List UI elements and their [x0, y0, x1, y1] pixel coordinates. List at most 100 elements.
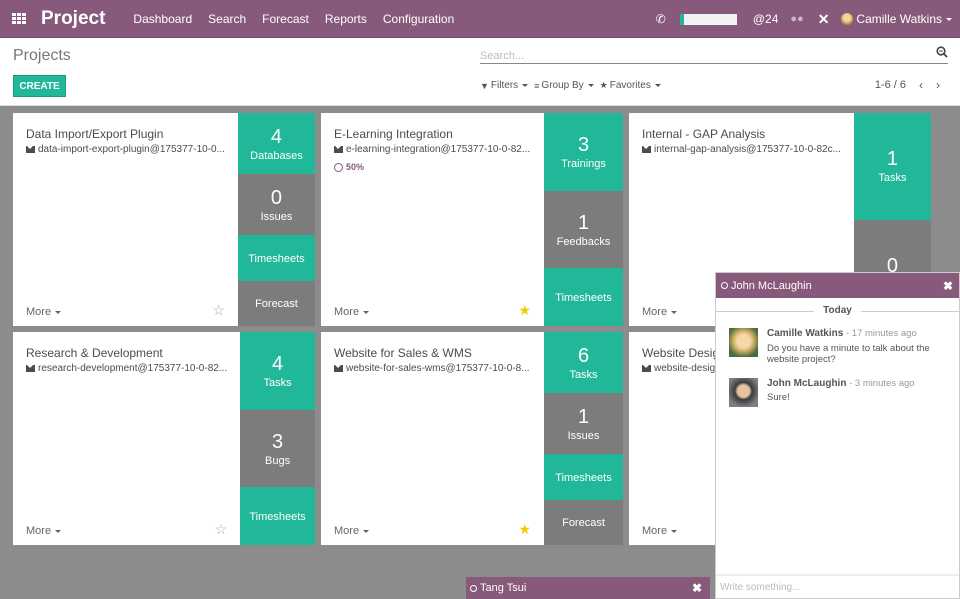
envelope-icon: [642, 365, 651, 372]
filters-dropdown[interactable]: ▼ Filters: [480, 80, 529, 91]
control-panel: Projects CREATE ▼Filters ≡Group By ★Favo…: [0, 38, 960, 106]
chat-partner-name: John McLaughin: [731, 279, 812, 292]
project-title[interactable]: Internal - GAP Analysis: [642, 127, 841, 141]
menu-search[interactable]: Search: [200, 12, 254, 26]
favorite-star-icon[interactable]: ★: [518, 521, 531, 538]
message-author[interactable]: Camille Watkins: [767, 328, 843, 339]
stat-label: Feedbacks: [556, 235, 611, 248]
stat-tile-feedbacks[interactable]: 1 Feedbacks: [544, 190, 623, 269]
favorite-star-icon[interactable]: ★: [518, 302, 531, 319]
more-dropdown[interactable]: More: [26, 525, 62, 537]
stat-tile-tasks[interactable]: 6 Tasks: [544, 332, 623, 394]
stat-label: Timesheets: [555, 472, 612, 485]
message-time: - 17 minutes ago: [845, 328, 917, 339]
stat-count: 1: [577, 405, 590, 428]
stat-label: Tasks: [878, 172, 907, 185]
project-title[interactable]: Research & Development: [26, 346, 227, 360]
project-card[interactable]: Data Import/Export Plugin data-import-ex…: [13, 113, 315, 326]
caret-down-icon: [946, 17, 952, 21]
chat-bubbles-icon[interactable]: ●●: [790, 13, 803, 25]
stat-tile-tasks[interactable]: 4 Tasks: [240, 332, 315, 410]
more-dropdown[interactable]: More: [334, 306, 370, 318]
envelope-icon: [334, 365, 343, 372]
project-card[interactable]: E-Learning Integration e-learning-integr…: [321, 113, 623, 326]
progress-bar[interactable]: [679, 13, 737, 25]
pager-next-icon[interactable]: ›: [936, 78, 940, 92]
project-title[interactable]: Data Import/Export Plugin: [26, 127, 225, 141]
more-dropdown[interactable]: More: [642, 306, 678, 318]
search-input[interactable]: [480, 48, 920, 64]
stat-tile-tasks[interactable]: 1 Tasks: [853, 113, 931, 220]
stat-tile-forecast[interactable]: Forecast: [544, 499, 623, 545]
more-label: More: [334, 525, 360, 537]
menu-forecast[interactable]: Forecast: [254, 12, 317, 26]
create-button[interactable]: CREATE: [13, 75, 66, 97]
more-dropdown[interactable]: More: [642, 525, 678, 537]
project-card[interactable]: Website for Sales & WMS website-for-sale…: [321, 332, 623, 545]
stat-tile-timesheets[interactable]: Timesheets: [544, 268, 623, 326]
stat-label: Issues: [567, 429, 600, 442]
favorite-star-icon[interactable]: ☆: [212, 302, 225, 319]
chat-header[interactable]: John McLaughin ✖: [716, 273, 959, 298]
stat-tile-timesheets[interactable]: Timesheets: [240, 487, 315, 545]
avatar[interactable]: [729, 377, 758, 407]
envelope-icon: [26, 365, 35, 372]
more-label: More: [334, 306, 360, 318]
stat-count: 4: [272, 352, 284, 375]
email-text: e-learning-integration@175377-10-0-82...: [346, 144, 531, 155]
stat-label: Timesheets: [248, 253, 305, 266]
groupby-dropdown[interactable]: ≡ Group By: [534, 80, 594, 91]
chat-input[interactable]: [716, 576, 959, 598]
mentions-button[interactable]: @ 24: [753, 12, 779, 26]
stat-tile-timesheets[interactable]: Timesheets: [544, 454, 623, 500]
apps-menu-icon[interactable]: [12, 12, 26, 25]
menu-reports[interactable]: Reports: [317, 12, 375, 26]
stat-tile-issues[interactable]: 0Issues: [237, 174, 315, 236]
card-body: Data Import/Export Plugin data-import-ex…: [13, 113, 238, 326]
avatar[interactable]: [729, 328, 758, 357]
stat-label: Issues: [260, 210, 293, 223]
caret-down-icon: [587, 84, 594, 87]
pager-previous-icon[interactable]: ‹: [919, 78, 923, 92]
stat-tile-databases[interactable]: 4 Databases: [237, 113, 315, 175]
favorites-label: Favorites: [609, 80, 651, 91]
project-title[interactable]: E-Learning Integration: [334, 127, 531, 141]
project-email: research-development@175377-10-0-82...: [26, 363, 227, 374]
stat-tile-forecast[interactable]: Forecast: [237, 280, 315, 326]
app-brand[interactable]: Project: [41, 8, 105, 30]
message-author[interactable]: John McLaughin: [767, 378, 846, 389]
close-icon[interactable]: ✖: [943, 279, 953, 293]
favorites-dropdown[interactable]: ★ Favorites: [600, 80, 661, 91]
card-stats: 4 Tasks 3 Bugs Timesheets: [240, 332, 315, 545]
envelope-icon: [334, 146, 343, 153]
chat-message: Camille Watkins - 17 minutes ago Do you …: [716, 322, 959, 372]
stat-label: Bugs: [265, 454, 291, 467]
systray: ✆ @ 24 ●● ✕ Camille Watkins: [656, 0, 952, 38]
tools-icon[interactable]: ✕: [818, 11, 830, 28]
more-label: More: [642, 306, 668, 318]
more-dropdown[interactable]: More: [334, 525, 370, 537]
stat-tile-timesheets[interactable]: Timesheets: [237, 235, 315, 281]
user-avatar: [841, 13, 854, 25]
message-body: John McLaughin - 3 minutes ago Sure!: [767, 378, 915, 407]
groupby-label: Group By: [541, 80, 584, 91]
favorite-star-icon[interactable]: ☆: [215, 521, 228, 538]
close-icon[interactable]: ✖: [692, 581, 702, 595]
menu-dashboard[interactable]: Dashboard: [125, 12, 200, 26]
menu-configuration[interactable]: Configuration: [375, 12, 462, 26]
stat-tile-bugs[interactable]: 3 Bugs: [240, 409, 315, 488]
project-card[interactable]: Research & Development research-developm…: [13, 332, 315, 545]
project-title[interactable]: Website for Sales & WMS: [334, 346, 531, 360]
chat-window-minimized[interactable]: Tang Tsui ✖: [466, 577, 710, 599]
stat-tile-issues[interactable]: 1 Issues: [544, 393, 623, 455]
search-icon[interactable]: [936, 46, 948, 58]
pager-value[interactable]: 1-6 / 6: [875, 79, 906, 91]
stat-tile-trainings[interactable]: 3 Trainings: [544, 113, 623, 191]
email-text: research-development@175377-10-0-82...: [38, 363, 228, 374]
user-menu[interactable]: Camille Watkins: [841, 12, 952, 26]
star-icon: ★: [599, 80, 608, 90]
caret-down-icon: [522, 84, 529, 87]
phone-icon[interactable]: ✆: [656, 12, 666, 26]
stat-count: 3: [577, 133, 590, 156]
more-dropdown[interactable]: More: [26, 306, 62, 318]
